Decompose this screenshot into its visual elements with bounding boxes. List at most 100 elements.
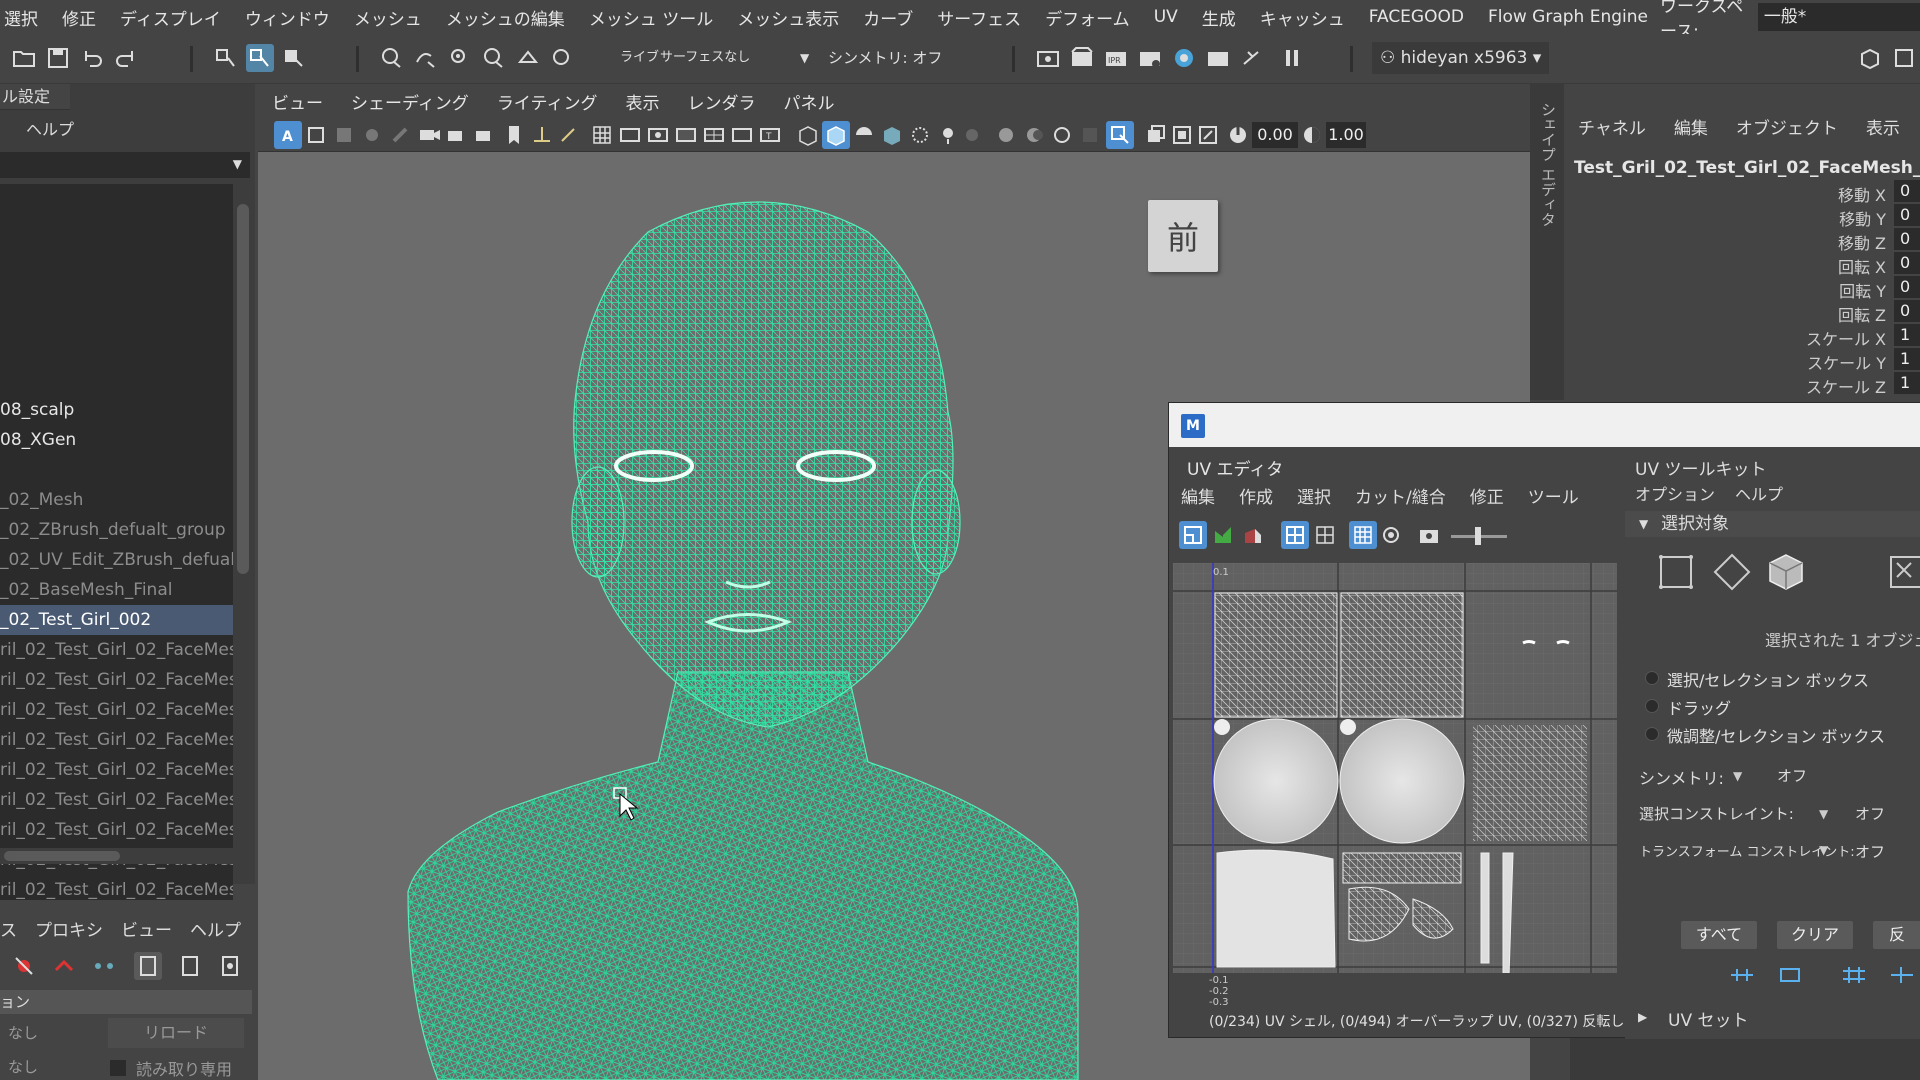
channel-value-field[interactable]: 0 (1894, 204, 1920, 226)
outliner-help-menu[interactable]: ヘルプ (26, 116, 74, 140)
camera-attributes-icon[interactable] (416, 121, 444, 149)
shrink-select-icon[interactable] (1777, 965, 1803, 985)
channel-label[interactable]: 回転 Y (1839, 278, 1886, 302)
shape-editor-tab[interactable]: シェイプ エディタ (1530, 84, 1564, 400)
gamma-dial-icon[interactable] (1298, 121, 1326, 149)
outliner-item[interactable] (0, 455, 233, 485)
outliner-filter-dropdown[interactable]: ▼ (0, 152, 250, 178)
lower-menu-proxy[interactable]: プロキシ (35, 916, 121, 941)
vp-menu-lighting[interactable]: ライティング (483, 89, 612, 114)
window-titlebar[interactable]: M (1169, 403, 1920, 447)
outliner-item[interactable]: _02_ZBrush_defualt_group (0, 515, 233, 545)
menu-deform[interactable]: デフォーム (1033, 5, 1142, 30)
reference-edit-icon[interactable] (216, 952, 244, 980)
pause-icon[interactable] (1278, 44, 1306, 72)
symmetry-dropdown-arrow[interactable]: ▼ (1733, 769, 1742, 783)
channel-label[interactable]: 移動 Y (1839, 206, 1886, 230)
anti-aliasing-icon[interactable] (1048, 121, 1076, 149)
wireframe-icon[interactable] (794, 121, 822, 149)
channel-value-field[interactable]: 1 (1894, 324, 1920, 346)
select-constraint-dropdown-arrow[interactable]: ▼ (1819, 807, 1828, 821)
uv-pixel-snap-icon[interactable] (1311, 521, 1339, 549)
symmetry-dropdown[interactable]: シンメトリ: オフ (828, 42, 942, 74)
radio-drag[interactable] (1645, 699, 1659, 713)
channel-value-field[interactable]: 0 (1894, 180, 1920, 202)
menu-edit-mesh[interactable]: メッシュの編集 (434, 5, 577, 30)
lower-menu-0[interactable]: ス (0, 916, 35, 941)
vp-menu-show[interactable]: 表示 (611, 89, 673, 114)
redo-icon[interactable] (112, 44, 140, 72)
open-folder-icon[interactable] (10, 44, 38, 72)
menu-generate[interactable]: 生成 (1190, 5, 1248, 30)
bookmark-flag-icon[interactable] (500, 121, 528, 149)
uv-display-image-icon[interactable] (1377, 521, 1405, 549)
menu-display[interactable]: ディスプレイ (108, 5, 233, 30)
reference-list-icon[interactable] (134, 952, 162, 980)
menu-modify[interactable]: 修正 (50, 5, 108, 30)
section-uvset-row[interactable]: ▶ UV セット (1624, 1004, 1920, 1032)
readonly-checkbox[interactable] (110, 1060, 126, 1076)
snapshot-icon[interactable] (1238, 44, 1266, 72)
uv-shell-icon[interactable] (1179, 521, 1207, 549)
uvkit-menu-help[interactable]: ヘルプ (1725, 481, 1793, 505)
menu-mesh-tools[interactable]: メッシュ ツール (577, 5, 725, 30)
hypershade-icon[interactable] (1170, 44, 1198, 72)
menu-select[interactable]: 選択 (0, 5, 50, 30)
outliner-item[interactable]: ril_02_Test_Girl_02_FaceMesl (0, 785, 233, 815)
menu-uv[interactable]: UV (1142, 7, 1190, 27)
cb-menu-edit[interactable]: 編集 (1660, 114, 1722, 142)
outliner-item[interactable]: ril_02_Test_Girl_02_FaceMesl (0, 815, 233, 845)
render-settings-icon[interactable] (1136, 44, 1164, 72)
select-shortest-edge-icon[interactable] (1889, 965, 1915, 985)
outliner-item[interactable]: 08_XGen (0, 425, 233, 455)
menu-cache[interactable]: キャッシュ (1248, 5, 1357, 30)
symmetry-value[interactable]: オフ (1777, 765, 1807, 786)
uv-menu-edit[interactable]: 編集 (1169, 483, 1227, 509)
user-account-button[interactable]: ⚇ hideyan x5963 ▾ (1372, 42, 1550, 74)
camera-lock-icon[interactable] (444, 121, 472, 149)
invert-button[interactable]: 反 (1873, 921, 1920, 949)
outliner-tab[interactable]: ル設定 (0, 84, 70, 110)
snap-live-icon[interactable] (548, 44, 576, 72)
outliner-hscrollbar[interactable] (0, 848, 233, 864)
frame-icon[interactable] (302, 121, 330, 149)
menu-flow-graph-engine[interactable]: Flow Graph Engine (1476, 7, 1660, 27)
select-constraint-value[interactable]: オフ (1855, 803, 1885, 824)
safe-action-icon[interactable] (728, 121, 756, 149)
outliner-item[interactable]: ril_02_Test_Girl_02_FaceMesl (0, 725, 233, 755)
menu-mesh-display[interactable]: メッシュ表示 (725, 5, 851, 30)
cb-menu-channels[interactable]: チャネル (1564, 114, 1660, 142)
snap-view-icon[interactable] (480, 44, 508, 72)
scrollbar-thumb[interactable] (237, 204, 249, 574)
channel-label[interactable]: 回転 X (1838, 254, 1886, 278)
select-hierarchy-icon[interactable] (212, 44, 240, 72)
menu-surfaces[interactable]: サーフェス (925, 5, 1033, 30)
snap-grid-icon[interactable] (378, 44, 406, 72)
uv-menu-select[interactable]: 選択 (1285, 483, 1343, 509)
clear-button[interactable]: クリア (1777, 921, 1853, 949)
shadows-icon[interactable] (958, 121, 986, 149)
grid-toggle-icon[interactable] (588, 121, 616, 149)
menu-facegood[interactable]: FACEGOOD (1357, 7, 1476, 27)
uv-menu-cut-sew[interactable]: カット/縫合 (1343, 483, 1458, 509)
outliner-item[interactable]: _02_BaseMesh_Final (0, 575, 233, 605)
render-view-icon[interactable] (1034, 44, 1062, 72)
uv-texture-tiles-icon[interactable] (1349, 521, 1377, 549)
exposure-icon[interactable] (1168, 121, 1196, 149)
outliner-item[interactable]: ril_02_Test_Girl_02_FaceMesl (0, 755, 233, 785)
workspace-dropdown[interactable]: 一般* (1757, 3, 1920, 31)
render-sequence-icon[interactable] (1204, 44, 1232, 72)
modeling-toolkit-icon[interactable] (1856, 44, 1884, 72)
reference-file-icon[interactable] (176, 952, 204, 980)
depth-of-field-icon[interactable] (1076, 121, 1104, 149)
safe-title-icon[interactable]: T (756, 121, 784, 149)
channel-value-field[interactable]: 0 (1894, 252, 1920, 274)
uv-brightness-slider[interactable] (1451, 527, 1507, 545)
select-all-button[interactable]: すべて (1681, 921, 1757, 949)
snap-point-icon[interactable] (446, 44, 474, 72)
render-frame-icon[interactable] (1068, 44, 1096, 72)
uv-distortion-icon[interactable] (1239, 521, 1267, 549)
select-border-icon[interactable] (1841, 965, 1867, 985)
image-plane-icon[interactable] (358, 121, 386, 149)
transform-constraint-dropdown-arrow[interactable]: ▼ (1819, 843, 1828, 857)
